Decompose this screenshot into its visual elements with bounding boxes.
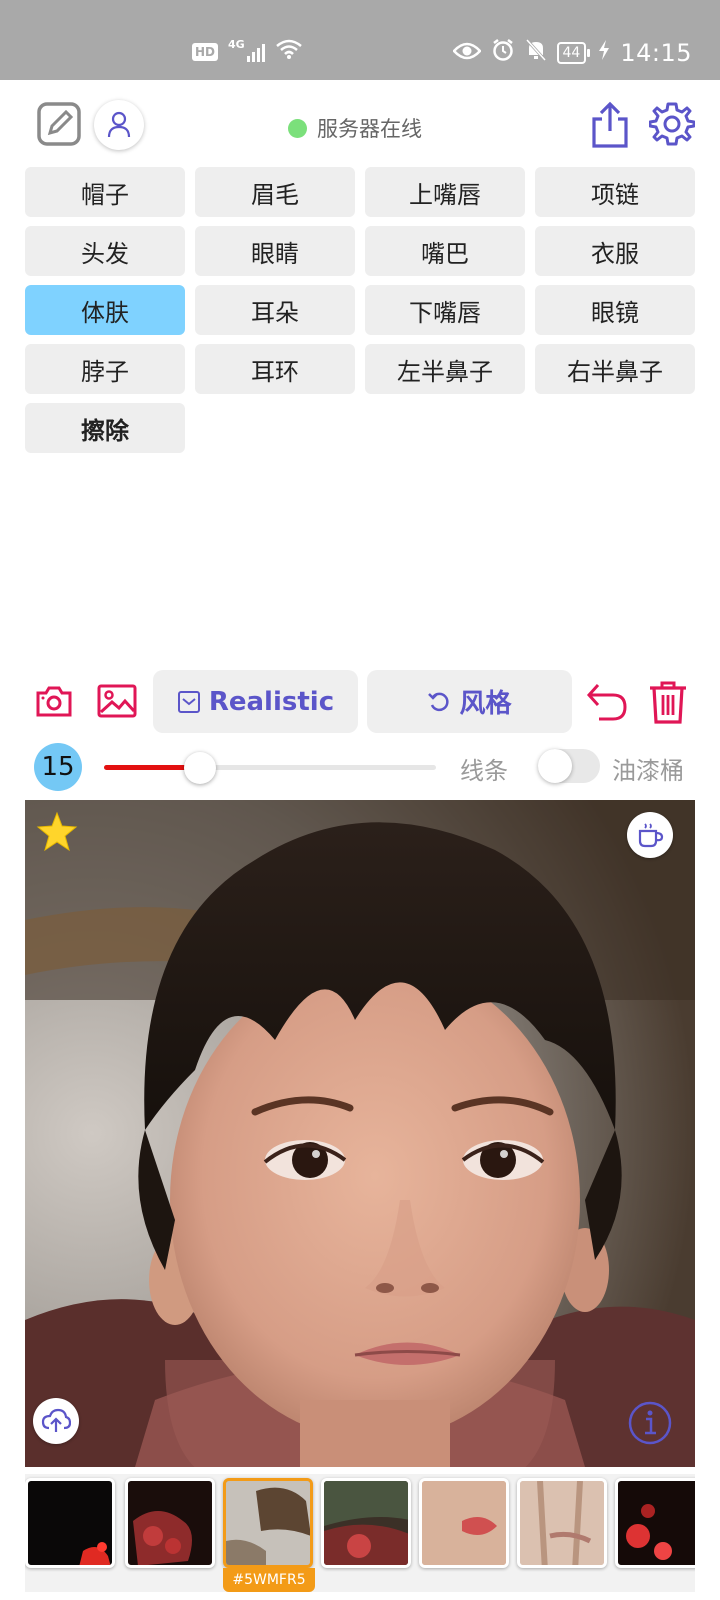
part-button-necklace[interactable]: 项链 [535,167,695,217]
part-button-neck[interactable]: 脖子 [25,344,185,394]
portrait-image [25,800,695,1467]
refresh-icon [428,692,450,711]
online-indicator [288,118,307,138]
coffee-icon [638,823,664,848]
brush-size-badge: 15 [34,743,82,791]
star-icon [36,811,78,852]
thumbnail[interactable] [517,1478,607,1568]
eye-icon [451,39,482,67]
settings-button[interactable] [648,100,696,148]
charging-icon [598,39,610,67]
camera-icon [36,686,72,717]
status-bar-left: HD 4G [192,38,303,66]
favorite-button[interactable] [35,810,79,854]
alarm-icon [491,38,515,68]
cloud-upload-icon [41,1408,71,1432]
thumbnail[interactable] [419,1478,509,1568]
thumbnail-selected[interactable] [223,1478,313,1568]
part-button-mouth[interactable]: 嘴巴 [365,226,525,276]
undo-button[interactable] [584,680,630,724]
server-status: 服务器在线 [288,113,422,143]
delete-button[interactable] [646,678,690,726]
part-button-right-nose[interactable]: 右半鼻子 [535,344,695,394]
part-button-clothes[interactable]: 衣服 [535,226,695,276]
bucket-toggle[interactable] [538,749,600,783]
edit-canvas-button[interactable] [35,100,83,148]
user-icon [107,111,131,138]
erase-button[interactable]: 擦除 [25,403,185,453]
image-icon [97,684,137,718]
part-button-skin[interactable]: 体肤 [25,285,185,335]
part-button-upper-lip[interactable]: 上嘴唇 [365,167,525,217]
status-bar-right: 44 14:15 [451,38,693,68]
part-button-glasses[interactable]: 眼镜 [535,285,695,335]
hd-badge: HD [192,43,219,61]
edit-icon [37,102,81,146]
part-button-hair[interactable]: 头发 [25,226,185,276]
part-button-left-nose[interactable]: 左半鼻子 [365,344,525,394]
part-button-earring[interactable]: 耳环 [195,344,355,394]
part-button-lower-lip[interactable]: 下嘴唇 [365,285,525,335]
undo-icon [586,683,627,721]
coffee-button[interactable] [627,812,673,858]
info-button[interactable] [627,1400,673,1446]
upload-button[interactable] [33,1398,79,1444]
checkbox-icon [177,690,200,713]
brush-size-slider[interactable] [104,752,436,784]
thumbnail[interactable] [321,1478,411,1568]
info-icon [628,1401,672,1445]
thumbnail[interactable] [25,1478,115,1568]
server-status-label: 服务器在线 [317,117,422,141]
part-grid: 帽子 眉毛 上嘴唇 项链 头发 眼睛 嘴巴 衣服 体肤 耳朵 下嘴唇 眼镜 脖子… [25,167,695,453]
style-button[interactable]: 风格 [367,670,572,733]
part-button-hat[interactable]: 帽子 [25,167,185,217]
user-button[interactable] [94,100,144,150]
share-icon [592,101,628,148]
bucket-mode-label: 油漆桶 [612,757,684,785]
battery-icon: 44 [556,42,591,64]
gallery-button[interactable] [96,683,138,719]
style-label: 风格 [459,689,512,719]
realistic-button[interactable]: Realistic [153,670,358,733]
drawing-canvas[interactable] [25,800,695,1467]
camera-button[interactable] [34,683,74,719]
trash-icon [650,681,686,724]
realistic-label: Realistic [208,686,335,717]
slider-thumb[interactable] [184,752,217,784]
toggle-knob [538,749,572,783]
thumbnail-strip[interactable]: #5WMFR5 [25,1474,695,1592]
wifi-icon [275,38,303,66]
gear-icon [649,102,695,146]
clock: 14:15 [620,39,692,67]
signal-icon [246,42,265,62]
status-bar: HD 4G 44 14:15 [0,0,720,80]
line-mode-label: 线条 [460,757,508,785]
share-button[interactable] [588,100,632,150]
network-type: 4G [228,37,245,51]
thumbnail[interactable] [125,1478,215,1568]
part-button-eyebrow[interactable]: 眉毛 [195,167,355,217]
part-button-ears[interactable]: 耳朵 [195,285,355,335]
mute-icon [525,38,547,68]
part-button-eyes[interactable]: 眼睛 [195,226,355,276]
thumbnail[interactable] [615,1478,695,1568]
thumbnail-caption: #5WMFR5 [223,1568,315,1592]
